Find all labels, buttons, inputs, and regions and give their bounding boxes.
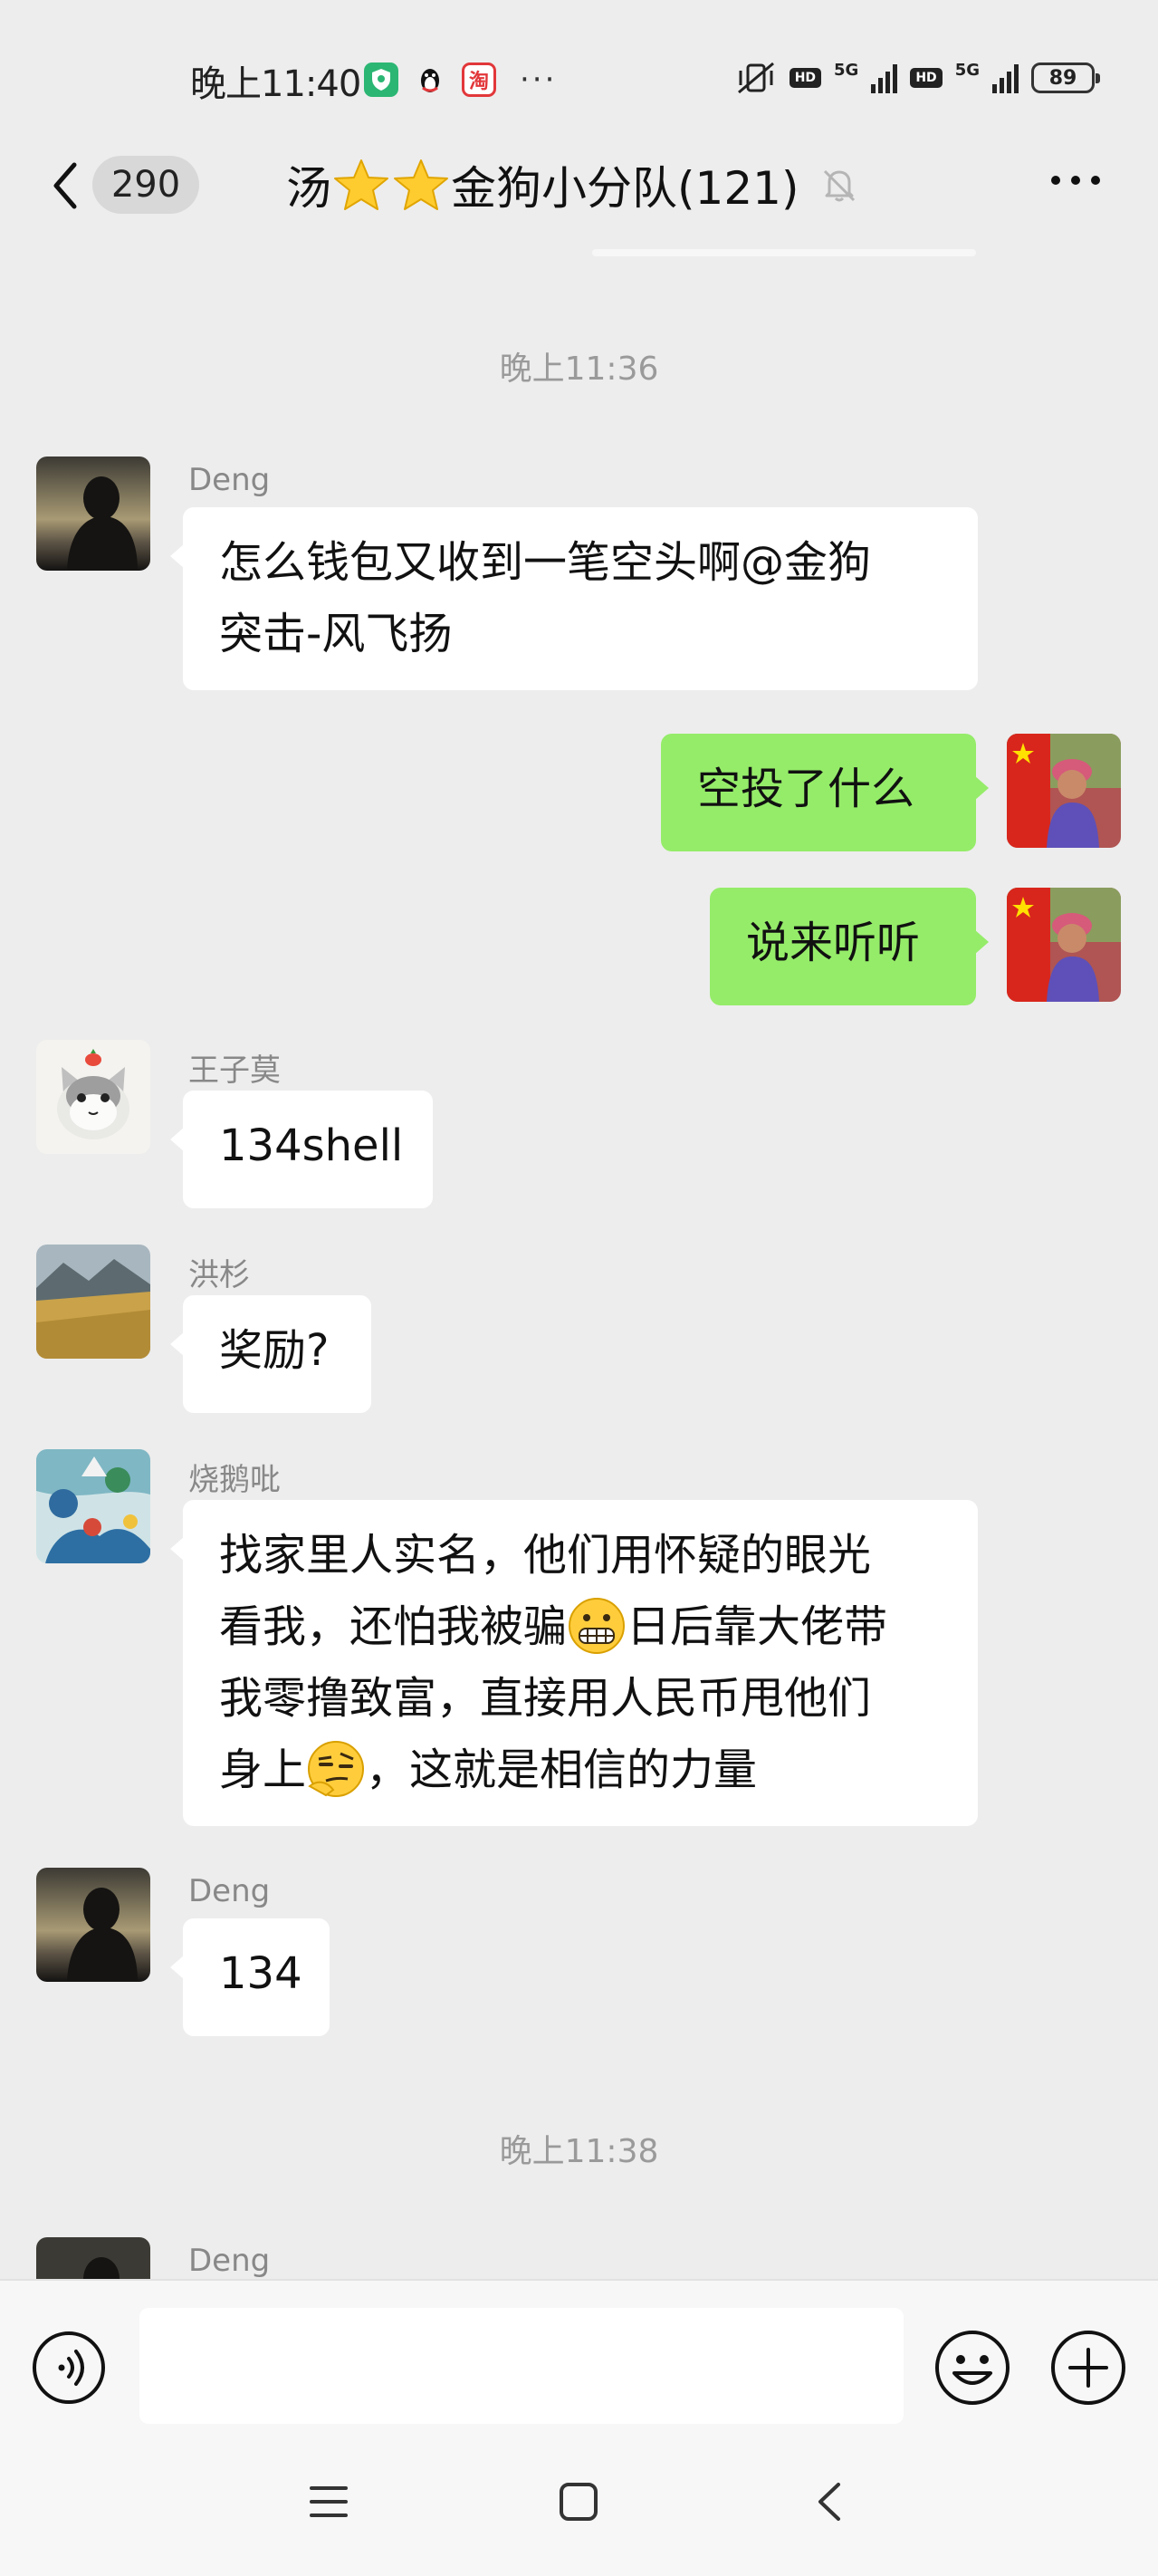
message-text: 134 (219, 1948, 302, 1999)
message-input[interactable] (139, 2308, 904, 2424)
timestamp: 晚上11:38 (499, 2133, 659, 2170)
home-icon[interactable] (558, 2481, 599, 2523)
menu-icon[interactable] (308, 2481, 349, 2523)
chat-title-area[interactable]: 汤 金狗小分队(121) (286, 152, 860, 217)
message-text: 突击-风飞扬 (219, 609, 453, 659)
input-bar (0, 2279, 1158, 2446)
sender-name: Deng (188, 462, 271, 498)
avatar-shaoebi[interactable] (36, 1449, 150, 1563)
message-text: 空投了什么 (697, 764, 915, 814)
message-text: 说来听听 (746, 918, 921, 968)
more-options-icon[interactable] (1051, 176, 1100, 185)
message-bubble[interactable]: 奖励? (170, 1295, 371, 1413)
avatar-me[interactable] (1007, 734, 1121, 848)
avatar-deng[interactable] (36, 2237, 150, 2279)
unread-count-badge[interactable]: 290 (92, 156, 199, 214)
status-time: 晚上11:40 (190, 63, 361, 105)
my-message-bubble[interactable]: 空投了什么 (661, 734, 989, 851)
qq-penguin-icon (413, 62, 447, 97)
status-app-icons: 淘 ··· (364, 62, 557, 98)
status-right: HD 5G HD 5G 89 (735, 60, 1100, 96)
sender-name: 洪杉 (188, 1257, 250, 1293)
grimace-emoji-icon (569, 1598, 626, 1654)
avatar-deng[interactable] (36, 457, 150, 571)
signal-icon (871, 62, 898, 93)
vibrate-mute-icon (737, 62, 774, 94)
security-app-icon (364, 62, 398, 97)
chat-title-text: 金狗小分队(121) (451, 162, 799, 215)
sender-name: 烧鹅吡 (188, 1462, 281, 1498)
message-bubble[interactable]: 134 (170, 1918, 330, 2036)
chat-header: 290 汤 金狗小分队(121) (0, 136, 1158, 235)
voice-input-icon[interactable] (31, 2330, 107, 2406)
star-emoji-icon (334, 159, 388, 210)
avatar-deng[interactable] (36, 1868, 150, 1982)
message-text: 身上 (219, 1745, 307, 1795)
sender-name: Deng (188, 2243, 271, 2279)
sender-name: Deng (188, 1873, 271, 1909)
battery-icon: 89 (1031, 62, 1100, 93)
message-text: 怎么钱包又收到一笔空头啊@金狗 (219, 537, 872, 588)
message-text-line: 身上 ，这就是相信的力量 (219, 1735, 942, 1806)
hd-icon-2: HD (910, 68, 943, 88)
back-icon[interactable] (47, 154, 83, 217)
message-bubble[interactable]: 找家里人实名，他们用怀疑的眼光 看我，还怕我被骗 日后靠大佬带 我零撸致富，直接用… (170, 1500, 978, 1826)
hd-icon: HD (789, 68, 822, 88)
back-nav-icon[interactable] (809, 2481, 851, 2523)
taobao-icon: 淘 (462, 62, 496, 97)
message-bubble[interactable]: 134shell (170, 1091, 433, 1208)
message-text: 134shell (219, 1120, 404, 1171)
message-text: 奖励? (219, 1325, 330, 1376)
more-notifications-icon: ··· (520, 62, 558, 98)
message-text: ，这就是相信的力量 (366, 1745, 758, 1795)
avatar-hongshan[interactable] (36, 1245, 150, 1359)
signal-icon-2 (992, 62, 1019, 93)
skeptical-emoji-icon (308, 1741, 365, 1797)
system-navigation-bar (0, 2446, 1158, 2576)
avatar-me[interactable] (1007, 888, 1121, 1002)
message-bubble[interactable]: 怎么钱包又收到一笔空头啊@金狗 突击-风飞扬 (170, 507, 978, 690)
sender-name: 王子莫 (188, 1053, 281, 1089)
message-text: 找家里人实名，他们用怀疑的眼光 (219, 1530, 872, 1581)
message-text: 日后靠大佬带 (627, 1601, 888, 1652)
emoji-icon[interactable] (933, 2328, 1012, 2408)
message-text: 看我，还怕我被骗 (219, 1601, 568, 1652)
star-emoji-icon (394, 159, 448, 210)
timestamp: 晚上11:36 (499, 351, 659, 388)
avatar-wangzimo[interactable] (36, 1040, 150, 1154)
chat-title-prefix: 汤 (286, 162, 331, 215)
add-more-icon[interactable] (1048, 2328, 1128, 2408)
my-message-bubble[interactable]: 说来听听 (710, 888, 989, 1005)
network-type-2: 5G (954, 60, 980, 80)
message-text-line: 看我，还怕我被骗 日后靠大佬带 (219, 1591, 942, 1663)
status-bar: 晚上11:40 淘 ··· HD 5G HD 5G 89 (0, 0, 1158, 136)
network-type: 5G (834, 60, 859, 80)
chat-title: 汤 金狗小分队(121) (286, 152, 799, 217)
message-text: 我零撸致富，直接用人民币甩他们 (219, 1673, 872, 1724)
mute-bell-icon (824, 169, 856, 202)
scroll-indicator (592, 249, 976, 256)
